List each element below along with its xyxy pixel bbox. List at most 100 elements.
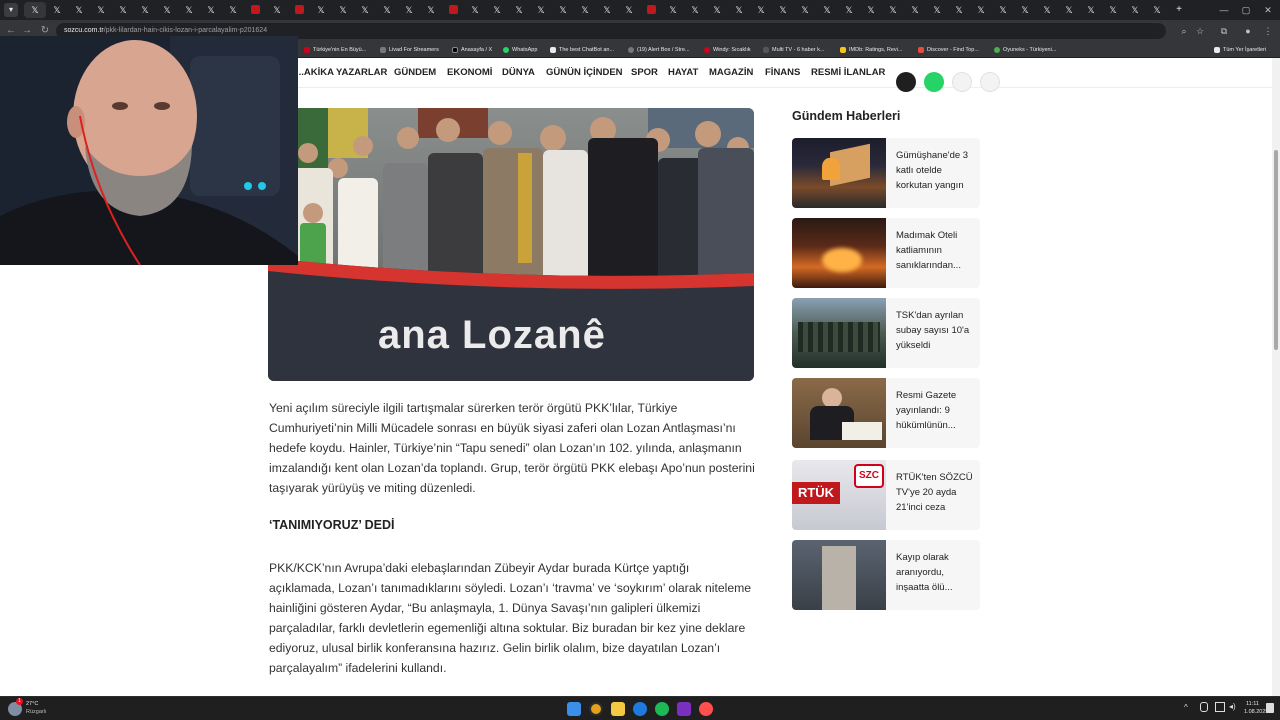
news-card[interactable]: TSK'dan ayrılan subay sayısı 10'a yüksel… xyxy=(792,298,980,368)
share-circle-button[interactable] xyxy=(980,72,1000,92)
app-icon[interactable] xyxy=(677,702,691,716)
app-icon[interactable] xyxy=(699,702,713,716)
start-windows-icon[interactable] xyxy=(567,702,581,716)
browser-tab[interactable]: 𝕏 xyxy=(354,2,376,18)
browser-tab[interactable]: 𝕏 xyxy=(46,2,68,18)
maximize-icon[interactable]: ▢ xyxy=(1236,2,1256,18)
whatsapp-share-button[interactable] xyxy=(924,72,944,92)
browser-tab[interactable]: 𝕏 xyxy=(486,2,508,18)
browser-tab[interactable]: 𝕏 xyxy=(1124,2,1146,18)
nav-item-dunya[interactable]: DÜNYA xyxy=(502,67,535,78)
bookmark-item[interactable]: Multi TV - 6 haber k... xyxy=(763,42,824,58)
browser-tab[interactable]: 𝕏 xyxy=(90,2,112,18)
browser-tab[interactable]: 𝕏 xyxy=(1036,2,1058,18)
browser-tab[interactable]: 𝕏 xyxy=(530,2,552,18)
bookmark-item[interactable]: WhatsApp xyxy=(503,42,537,58)
browser-tab[interactable]: 𝕏 xyxy=(1058,2,1080,18)
profile-icon[interactable]: ● xyxy=(1240,23,1256,39)
browser-tab[interactable]: 𝕏 xyxy=(200,2,222,18)
nav-item-magazin[interactable]: MAGAZİN xyxy=(709,67,753,78)
nav-item-yazarlar[interactable]: YAZARLAR xyxy=(336,67,387,78)
browser-tab[interactable]: 𝕏 xyxy=(816,2,838,18)
share-circle-button[interactable] xyxy=(896,72,916,92)
browser-tab[interactable]: 𝕏 xyxy=(398,2,420,18)
nav-item-ekonomi[interactable]: EKONOMİ xyxy=(447,67,492,78)
nav-item-gundem[interactable]: GÜNDEM xyxy=(394,67,436,78)
nav-item-spor[interactable]: SPOR xyxy=(631,67,658,78)
browser-tab[interactable]: 𝕏 xyxy=(24,2,46,18)
browser-tab[interactable]: 𝕏 xyxy=(970,2,992,18)
minimize-icon[interactable]: — xyxy=(1214,2,1234,18)
close-window-icon[interactable]: ✕ xyxy=(1258,2,1278,18)
nav-item-gunun-icinden[interactable]: GÜNÜN İÇİNDEN xyxy=(546,67,623,78)
browser-tab[interactable]: 𝕏 xyxy=(310,2,332,18)
news-card[interactable]: RTÜK SZC RTÜK'ten SÖZCÜ TV'ye 20 ayda 21… xyxy=(792,460,980,530)
news-card[interactable]: Kayıp olarak aranıyordu, inşaatta ölü... xyxy=(792,540,980,610)
display-icon[interactable] xyxy=(1215,702,1225,712)
bookmark-item[interactable]: Windy: Sıcaklık xyxy=(704,42,751,58)
bookmarks-folder[interactable]: Tüm Yer İşaretleri xyxy=(1214,42,1266,58)
browser-tab[interactable]: 𝕏 xyxy=(860,2,882,18)
browser-tab[interactable]: 𝕏 xyxy=(112,2,134,18)
browser-tab[interactable]: 𝕏 xyxy=(618,2,640,18)
menu-dots-icon[interactable]: ⋮ xyxy=(1260,23,1276,39)
browser-tab[interactable] xyxy=(442,2,464,18)
nav-item-resmi-ilanlar[interactable]: RESMİ İLANLAR xyxy=(811,67,885,78)
share-circle-button[interactable] xyxy=(952,72,972,92)
browser-tab[interactable] xyxy=(640,2,662,18)
app-icon[interactable] xyxy=(633,702,647,716)
spotify-icon[interactable] xyxy=(655,702,669,716)
bookmark-item[interactable]: Oyuneks - Türkiyeni... xyxy=(994,42,1056,58)
browser-tab[interactable]: 𝕏 xyxy=(838,2,860,18)
bookmark-item[interactable]: IMDb: Ratings, Revi... xyxy=(840,42,903,58)
browser-tab[interactable]: 𝕏 xyxy=(750,2,772,18)
browser-tab[interactable]: 𝕏 xyxy=(794,2,816,18)
browser-tab[interactable]: 𝕏 xyxy=(904,2,926,18)
browser-tab[interactable]: 𝕏 xyxy=(596,2,618,18)
browser-tab[interactable]: 𝕏 xyxy=(1014,2,1036,18)
browser-tab[interactable]: 𝕏 xyxy=(222,2,244,18)
browser-tab[interactable]: 𝕏 xyxy=(706,2,728,18)
extensions-icon[interactable]: ⧉ xyxy=(1216,23,1232,39)
page-scrollbar[interactable] xyxy=(1272,58,1280,696)
browser-tab[interactable]: 𝕏 xyxy=(772,2,794,18)
volume-icon[interactable]: ◂) xyxy=(1229,702,1236,711)
browser-tab[interactable]: 𝕏 xyxy=(728,2,750,18)
bookmark-item[interactable]: (19) Alert Box / Stre... xyxy=(628,42,690,58)
news-card[interactable]: Gümüşhane'de 3 katlı otelde korkutan yan… xyxy=(792,138,980,208)
browser-tab[interactable]: 𝕏 xyxy=(420,2,442,18)
browser-tab[interactable]: 𝕏 xyxy=(266,2,288,18)
bookmark-item[interactable]: Türkiye'nin En Büyü... xyxy=(304,42,366,58)
browser-tab[interactable]: 𝕏 xyxy=(662,2,684,18)
bookmark-item[interactable]: Discover - Find Top... xyxy=(918,42,979,58)
nav-item-finans[interactable]: FİNANS xyxy=(765,67,800,78)
bookmark-star-icon[interactable]: ☆ xyxy=(1192,23,1208,39)
browser-tab[interactable]: 𝕏 xyxy=(1146,2,1168,18)
mic-icon[interactable] xyxy=(1200,702,1208,712)
bookmark-item[interactable]: The best ChatBot an... xyxy=(550,42,614,58)
browser-tab[interactable] xyxy=(244,2,266,18)
scrollbar-thumb[interactable] xyxy=(1274,150,1278,350)
browser-tab[interactable]: 𝕏 xyxy=(178,2,200,18)
browser-tab[interactable]: 𝕏 xyxy=(574,2,596,18)
tab-search-button[interactable]: ▾ xyxy=(4,3,18,17)
tray-chevron-icon[interactable]: ^ xyxy=(1184,703,1188,712)
browser-tab[interactable] xyxy=(288,2,310,18)
nav-item-haberler[interactable]: ...AKİKA xyxy=(296,67,334,78)
browser-tab[interactable]: 𝕏 xyxy=(156,2,178,18)
file-explorer-icon[interactable] xyxy=(611,702,625,716)
browser-tab[interactable]: 𝕏 xyxy=(948,2,970,18)
notifications-icon[interactable] xyxy=(1266,703,1274,713)
browser-tab[interactable]: 𝕏 xyxy=(332,2,354,18)
browser-tab[interactable]: 𝕏 xyxy=(684,2,706,18)
browser-tab[interactable]: 𝕏 xyxy=(552,2,574,18)
chrome-icon[interactable] xyxy=(589,702,603,716)
browser-tab[interactable]: 𝕏 xyxy=(134,2,156,18)
zoom-icon[interactable]: ⌕ xyxy=(1176,23,1192,39)
new-tab-button[interactable]: + xyxy=(1168,2,1190,18)
browser-tab[interactable]: 𝕏 xyxy=(68,2,90,18)
browser-tab[interactable]: 𝕏 xyxy=(1080,2,1102,18)
browser-tab[interactable]: 𝕏 xyxy=(882,2,904,18)
browser-tab[interactable]: 𝕏 xyxy=(464,2,486,18)
bookmark-item[interactable]: Livad For Streamers xyxy=(380,42,439,58)
